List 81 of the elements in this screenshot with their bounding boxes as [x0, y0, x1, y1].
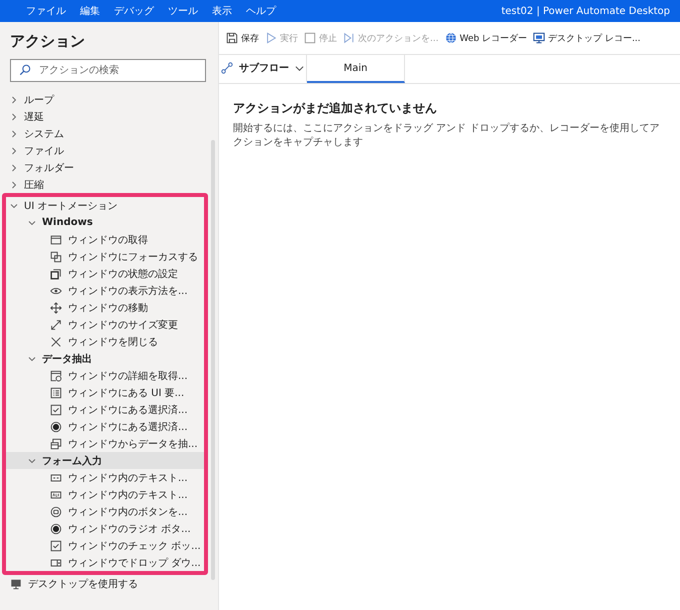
menu-item[interactable]: 編集: [80, 4, 100, 18]
step-forward-icon: [343, 32, 355, 44]
text-field-icon: [50, 472, 62, 484]
category-item[interactable]: Windows: [6, 214, 204, 231]
action-item[interactable]: ウィンドウでドロップ ダウ...: [6, 554, 204, 571]
window-table-icon: [50, 438, 62, 450]
subflow-dropdown[interactable]: サブフロー: [219, 55, 307, 83]
action-item[interactable]: ウィンドウの移動: [6, 299, 204, 316]
empty-state-description: 開始するには、ここにアクションをドラッグ アンド ドロップするか、レコーダーを使用してアクションをキャプチャします: [233, 122, 660, 150]
diagonal-arrows-icon: [50, 318, 62, 330]
action-item[interactable]: ウィンドウ内のテキスト...: [6, 486, 204, 503]
chevron-down-icon[interactable]: [10, 202, 18, 210]
chevron-right-icon[interactable]: [10, 180, 18, 188]
action-item[interactable]: ウィンドウにある選択済...: [6, 401, 204, 418]
action-item[interactable]: ウィンドウ内のテキスト...: [6, 469, 204, 486]
dropdown-field-icon: [50, 556, 62, 568]
action-item[interactable]: ウィンドウのラジオ ボタ...: [6, 520, 204, 537]
checkbox-icon: [50, 540, 62, 552]
action-item[interactable]: ウィンドウの取得: [6, 231, 204, 248]
category-item[interactable]: データ抽出: [6, 350, 204, 367]
action-item[interactable]: ウィンドウの状態の設定: [6, 265, 204, 282]
action-item[interactable]: システム: [0, 125, 208, 142]
window-icon: [50, 234, 62, 246]
action-item[interactable]: ウィンドウのサイズ変更: [6, 316, 204, 333]
window-clock-icon: [50, 370, 62, 382]
toolbar-button[interactable]: デスクトップ レコー...: [530, 30, 644, 46]
action-item[interactable]: ウィンドウの詳細を取得...: [6, 367, 204, 384]
menu-item[interactable]: デバッグ: [114, 4, 154, 18]
action-item[interactable]: ウィンドウ内のボタンを...: [6, 503, 204, 520]
list-icon: [50, 386, 62, 398]
menu-item[interactable]: 表示: [212, 4, 232, 18]
action-item[interactable]: ウィンドウにある選択済...: [6, 418, 204, 435]
action-item[interactable]: ウィンドウの表示方法を...: [6, 282, 204, 299]
menu-item[interactable]: ヘルプ: [246, 4, 276, 18]
category-item[interactable]: フォーム入力: [6, 452, 204, 469]
action-item[interactable]: 圧縮: [0, 176, 208, 193]
chevron-right-icon[interactable]: [10, 130, 18, 138]
action-item[interactable]: 遅延: [0, 108, 208, 125]
action-item[interactable]: ウィンドウのチェック ボッ...: [6, 537, 204, 554]
category-item[interactable]: UI オートメーション: [6, 197, 204, 214]
chevron-down-icon[interactable]: [28, 354, 36, 362]
monitor-icon: [10, 578, 22, 590]
toolbar-button[interactable]: 保存: [223, 30, 262, 46]
action-item[interactable]: ウィンドウにフォーカスする: [6, 248, 204, 265]
window-title: test02 | Power Automate Desktop: [501, 6, 670, 16]
chevron-down-icon[interactable]: [28, 218, 36, 226]
chevron-right-icon[interactable]: [10, 146, 18, 154]
floppy-disk-icon: [226, 32, 238, 44]
chevron-right-icon[interactable]: [10, 96, 18, 104]
chevron-right-icon[interactable]: [10, 164, 18, 172]
menu-item[interactable]: ファイル: [26, 4, 66, 18]
tab[interactable]: Main: [307, 55, 405, 83]
overlapping-windows-icon: [50, 250, 62, 262]
action-item[interactable]: デスクトップを使用する: [0, 575, 208, 592]
pointer-button-icon: [50, 506, 62, 518]
chevron-down-icon[interactable]: [28, 456, 36, 464]
chevron-right-icon[interactable]: [10, 112, 18, 120]
stop-icon: [304, 32, 316, 44]
panel-title: アクション: [9, 31, 86, 52]
monitor-icon: [533, 32, 546, 44]
move-arrows-icon: [50, 302, 62, 314]
menu-item[interactable]: ツール: [168, 4, 198, 18]
empty-state-heading: アクションがまだ追加されていません: [233, 100, 438, 117]
checkbox-icon: [50, 404, 62, 416]
action-item[interactable]: ウィンドウからデータを抽...: [6, 435, 204, 452]
globe-icon: [444, 32, 457, 44]
action-item[interactable]: ウィンドウにある UI 要...: [6, 384, 204, 401]
chevron-down-icon: [295, 64, 304, 72]
action-item[interactable]: ループ: [0, 91, 208, 108]
play-icon: [265, 32, 277, 44]
stacked-windows-icon: [50, 268, 62, 280]
radio-icon: [50, 420, 62, 432]
radio-icon: [50, 522, 62, 534]
action-item[interactable]: フォルダー: [0, 159, 208, 176]
action-item[interactable]: ウィンドウを閉じる: [6, 333, 204, 350]
toolbar-button[interactable]: Web レコーダー: [442, 30, 530, 46]
close-icon: [50, 336, 62, 348]
abc-field-icon: [50, 488, 62, 500]
nodes-icon: [221, 62, 233, 74]
search-field[interactable]: アクションの検索: [10, 59, 206, 82]
action-item[interactable]: ファイル: [0, 142, 208, 159]
